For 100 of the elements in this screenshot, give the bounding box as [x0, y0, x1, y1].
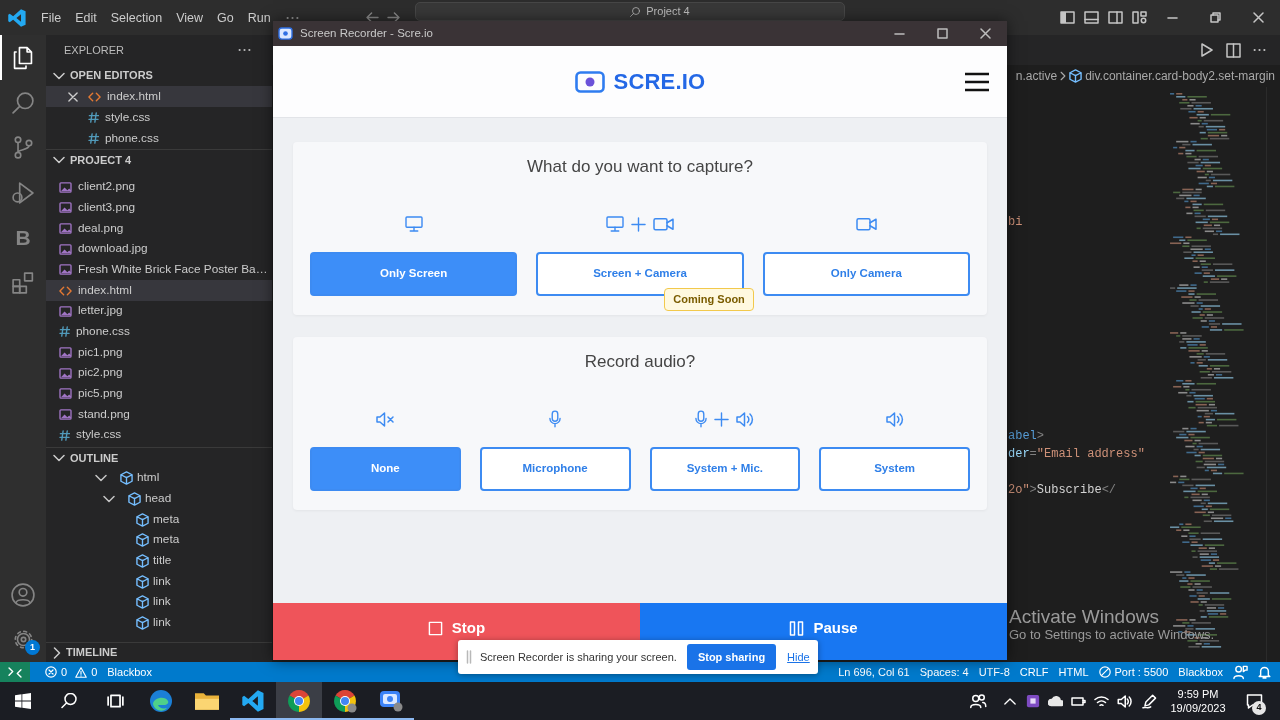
explorer-item[interactable]: index.html	[46, 280, 272, 301]
status-item[interactable]: CRLF	[1014, 663, 1054, 681]
bell-icon[interactable]	[1258, 665, 1271, 679]
restore-icon[interactable]	[1210, 12, 1221, 23]
people-icon[interactable]	[969, 693, 987, 709]
four-panes-icon[interactable]	[15, 693, 31, 709]
outline-item[interactable]: link	[46, 591, 272, 613]
slash-circle-icon[interactable]	[1098, 666, 1111, 678]
explorer-item[interactable]: client3.png	[46, 197, 272, 219]
more-icon[interactable]	[238, 48, 251, 52]
explorer-item[interactable]: Fresh White Brick Face Poster Ba…	[46, 259, 272, 281]
status-item[interactable]: Ln 696, Col 61	[833, 663, 915, 681]
explorer-item[interactable]: download.jpg	[46, 238, 272, 260]
close-icon[interactable]	[1253, 12, 1264, 23]
menu-item[interactable]: View	[169, 7, 210, 28]
cloud-icon[interactable]	[1048, 695, 1063, 707]
remote-button[interactable]	[0, 662, 30, 682]
breadcrumb-item[interactable]: div.container.card-body2.set-margin	[1085, 67, 1275, 85]
option-button[interactable]: Microphone	[479, 447, 631, 491]
status-item[interactable]: HTML	[1053, 663, 1094, 681]
speaker-icon[interactable]	[1117, 694, 1132, 708]
warning-icon[interactable]	[75, 666, 88, 678]
warning-count[interactable]: 0	[91, 663, 98, 681]
battery-icon[interactable]	[1071, 696, 1086, 706]
explorer-item[interactable]: index.html	[46, 86, 272, 107]
explorer-item[interactable]: style.css	[46, 107, 272, 128]
grip-icon[interactable]	[466, 650, 472, 664]
explorer-item[interactable]: letter.jpg	[46, 300, 272, 322]
feedback-icon[interactable]	[1233, 664, 1248, 680]
minimize-icon[interactable]	[894, 32, 905, 35]
explorer-item[interactable]: deal.png	[46, 218, 272, 239]
status-item[interactable]: Port : 5500	[1114, 663, 1169, 681]
section-header[interactable]: PROJECT 4	[46, 149, 272, 170]
status-item[interactable]: Blackbox	[102, 663, 157, 681]
status-item[interactable]: Spaces: 4	[914, 663, 974, 681]
menu-item[interactable]: Go	[210, 7, 241, 28]
menu-item[interactable]: Selection	[103, 7, 170, 28]
split-layout-icon[interactable]	[1107, 11, 1123, 24]
chevron-up-icon[interactable]	[1004, 697, 1016, 705]
outline-item[interactable]: html	[46, 468, 272, 489]
maximize-icon[interactable]	[937, 28, 948, 39]
explorer-item[interactable]: pic1.png	[46, 342, 272, 363]
status-item[interactable]: Blackbox	[1173, 663, 1228, 681]
more-icon[interactable]	[1252, 48, 1266, 52]
menu-item[interactable]: File	[34, 7, 69, 28]
panel-layout-icon[interactable]	[1083, 11, 1099, 24]
message-icon[interactable]	[1245, 693, 1263, 709]
stop-sharing-button[interactable]: Stop sharing	[686, 644, 777, 670]
sidebar-layout-icon[interactable]	[1059, 11, 1075, 24]
outline-item[interactable]: link	[46, 612, 272, 634]
activity-tab[interactable]: B	[0, 215, 46, 260]
wifi-icon[interactable]	[1094, 695, 1109, 707]
section-header[interactable]: OUTLINE	[46, 447, 272, 468]
chevron-icon[interactable]	[95, 474, 107, 483]
split-editor-icon[interactable]	[1225, 42, 1241, 58]
explorer-item[interactable]: client2.png	[46, 177, 272, 198]
more-icon[interactable]	[285, 15, 299, 20]
explorer-item[interactable]: pic2.png	[46, 362, 272, 384]
chevron-icon[interactable]	[103, 495, 115, 503]
outline-item[interactable]: title	[46, 550, 272, 572]
stacked-windows-icon[interactable]	[106, 694, 124, 708]
command-center-field[interactable]: Project 4	[415, 2, 845, 21]
explorer-item[interactable]: pic5.png	[46, 383, 272, 405]
activation-title: Activate Windows	[1009, 606, 1160, 628]
clock-time[interactable]: 9:59 PM	[1177, 687, 1219, 701]
forward-arrow-icon[interactable]	[387, 12, 400, 23]
outline-item[interactable]: link	[46, 571, 272, 592]
plus-icon	[631, 216, 646, 232]
menu-icon[interactable]	[965, 71, 989, 92]
outline-item[interactable]: meta	[46, 529, 272, 551]
manage-button[interactable]: 1	[0, 617, 46, 662]
explorer-item[interactable]: style.css	[46, 424, 272, 446]
breadcrumb-item[interactable]: n.active	[1015, 67, 1058, 85]
outline-item[interactable]: meta	[46, 509, 272, 530]
option-button[interactable]: System	[819, 447, 970, 491]
minimize-icon[interactable]	[1167, 16, 1178, 19]
outline-item[interactable]: head	[46, 488, 272, 510]
back-arrow-icon[interactable]	[366, 12, 379, 23]
play-icon[interactable]	[1201, 43, 1213, 57]
explorer-item[interactable]: stand.png	[46, 404, 272, 425]
section-header[interactable]: OPEN EDITORS	[46, 65, 272, 86]
status-item[interactable]: UTF-8	[973, 663, 1015, 681]
search-icon[interactable]	[61, 693, 77, 709]
error-count[interactable]: 0	[61, 663, 68, 681]
menu-item[interactable]: Run	[240, 7, 278, 28]
custom-layout-icon[interactable]	[1131, 11, 1147, 24]
option-button[interactable]: Only Camera	[762, 252, 970, 296]
speaker-icon	[885, 411, 904, 427]
option-button[interactable]: Screen + Camera	[536, 252, 744, 296]
square-app-icon[interactable]	[1025, 694, 1040, 708]
option-button[interactable]: System + Mic.	[649, 447, 801, 491]
taskbar-button[interactable]	[276, 682, 322, 720]
clock-date[interactable]: 19/09/2023	[1170, 701, 1226, 715]
pen-icon[interactable]	[1141, 693, 1157, 709]
explorer-item[interactable]: phone.css	[46, 128, 272, 149]
close-icon[interactable]	[68, 91, 78, 102]
explorer-item[interactable]: phone.css	[46, 321, 272, 343]
error-icon[interactable]	[45, 666, 57, 678]
close-icon[interactable]	[980, 28, 991, 39]
menu-item[interactable]: Edit	[68, 7, 104, 28]
